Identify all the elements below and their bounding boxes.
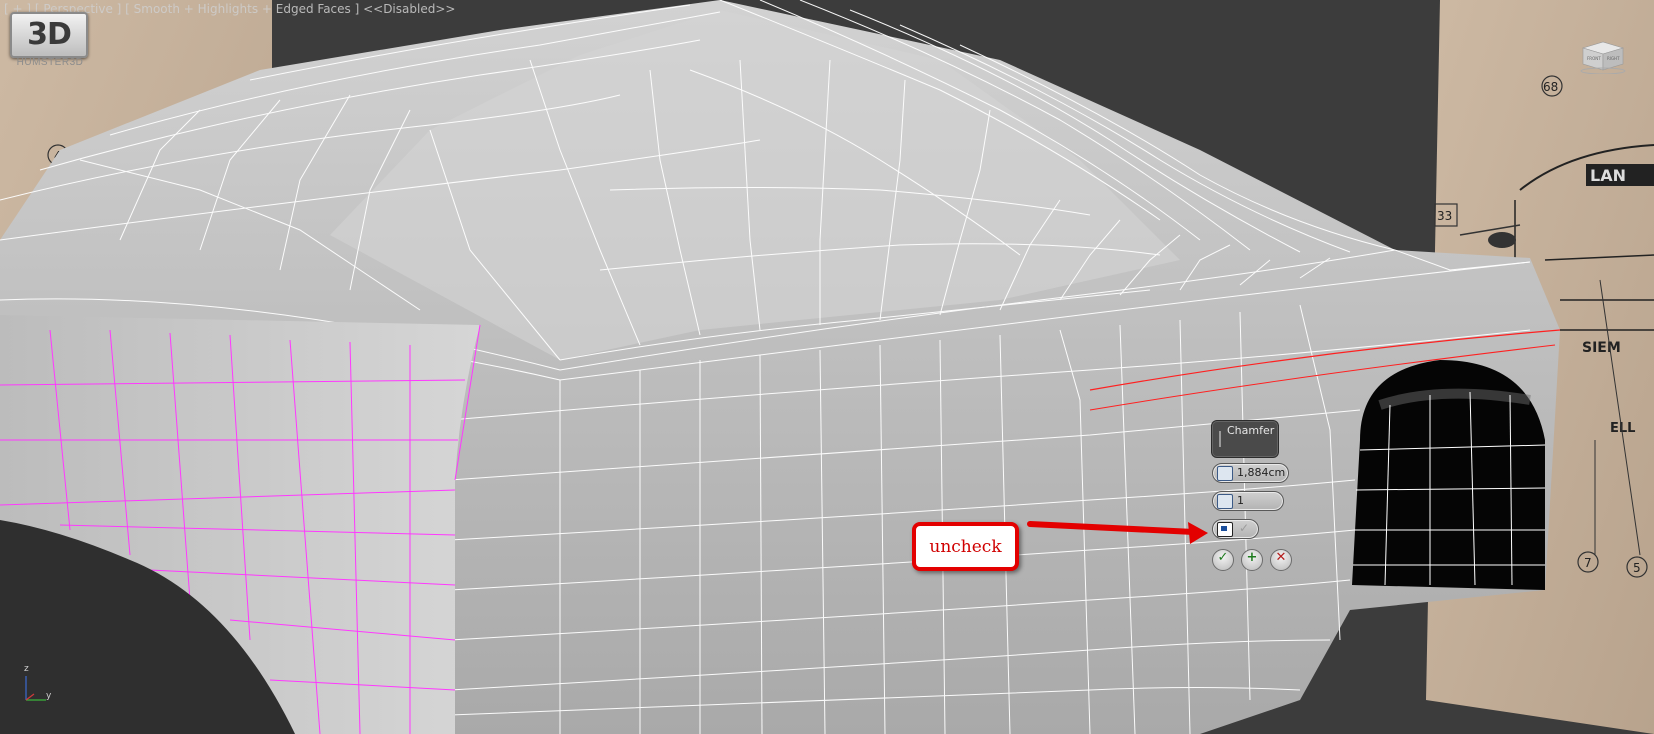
annotation-callout: uncheck: [912, 522, 1019, 571]
viewport[interactable]: 4 33 68 33 7 5 LAN SIEM ELL: [0, 0, 1654, 734]
annotation-arrow-icon: [1027, 521, 1208, 544]
annotation-text: uncheck: [929, 537, 1002, 557]
